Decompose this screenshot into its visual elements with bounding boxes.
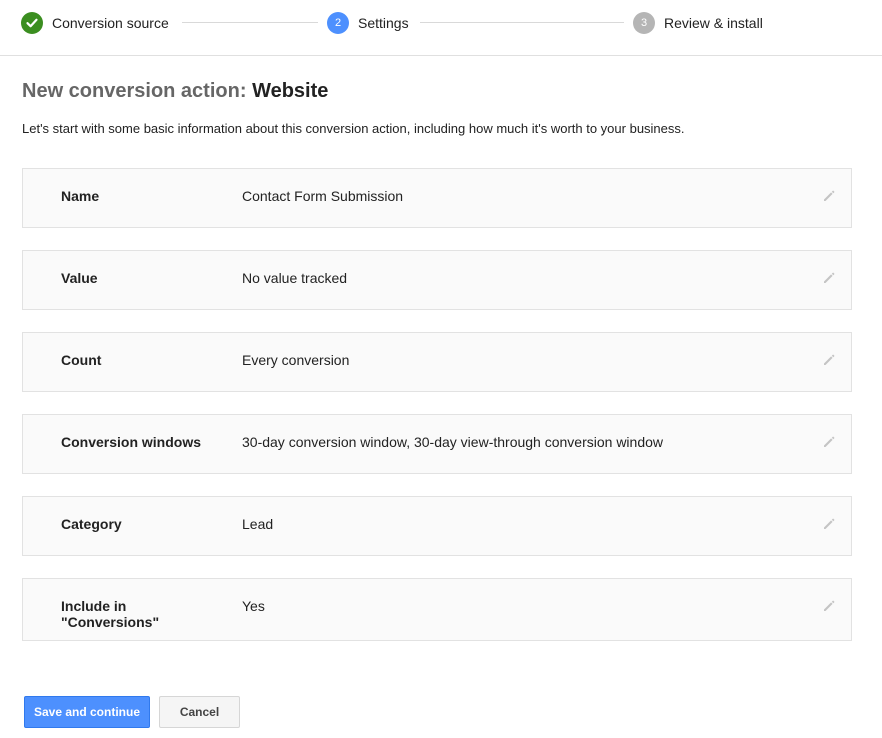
setting-value: No value tracked — [242, 270, 348, 286]
cancel-button[interactable]: Cancel — [159, 696, 240, 728]
setting-value: Lead — [242, 516, 274, 532]
setting-value: Contact Form Submission — [242, 188, 404, 204]
page-title: New conversion action: Website — [22, 80, 328, 103]
setting-row-value[interactable]: Value No value tracked — [22, 250, 852, 310]
check-icon — [21, 12, 43, 34]
pencil-icon[interactable] — [821, 516, 837, 532]
pencil-icon[interactable] — [821, 434, 837, 450]
setting-label: Name — [61, 188, 100, 204]
step-label: Settings — [358, 15, 409, 31]
setting-row-count[interactable]: Count Every conversion — [22, 332, 852, 392]
step-number: 2 — [327, 12, 349, 34]
pencil-icon[interactable] — [821, 188, 837, 204]
step-connector — [420, 22, 624, 23]
step-settings: 2 Settings — [327, 11, 409, 35]
setting-row-name[interactable]: Name Contact Form Submission — [22, 168, 852, 228]
step-review-install: 3 Review & install — [633, 11, 763, 35]
setting-label: Value — [61, 270, 98, 286]
pencil-icon[interactable] — [821, 352, 837, 368]
setting-row-category[interactable]: Category Lead — [22, 496, 852, 556]
setting-row-conversion-windows[interactable]: Conversion windows 30-day conversion win… — [22, 414, 852, 474]
page-title-type: Website — [252, 80, 329, 102]
step-label: Review & install — [664, 15, 763, 31]
setting-label: Include in "Conversions" — [61, 598, 160, 630]
step-number: 3 — [633, 12, 655, 34]
step-label: Conversion source — [52, 15, 169, 31]
pencil-icon[interactable] — [821, 270, 837, 286]
step-conversion-source: Conversion source — [21, 11, 169, 35]
progress-stepper: Conversion source 2 Settings 3 Review & … — [0, 0, 882, 56]
setting-label: Count — [61, 352, 102, 368]
setting-label: Conversion windows — [61, 434, 202, 450]
setting-label: Category — [61, 516, 122, 532]
setting-row-include-in-conversions[interactable]: Include in "Conversions" Yes — [22, 578, 852, 641]
intro-text: Let's start with some basic information … — [22, 121, 685, 136]
save-and-continue-button[interactable]: Save and continue — [24, 696, 150, 728]
page-title-prefix: New conversion action: — [22, 80, 247, 102]
setting-value: Every conversion — [242, 352, 350, 368]
step-connector — [182, 22, 318, 23]
setting-value: 30-day conversion window, 30-day view-th… — [242, 434, 664, 450]
setting-value: Yes — [242, 598, 265, 614]
pencil-icon[interactable] — [821, 598, 837, 614]
